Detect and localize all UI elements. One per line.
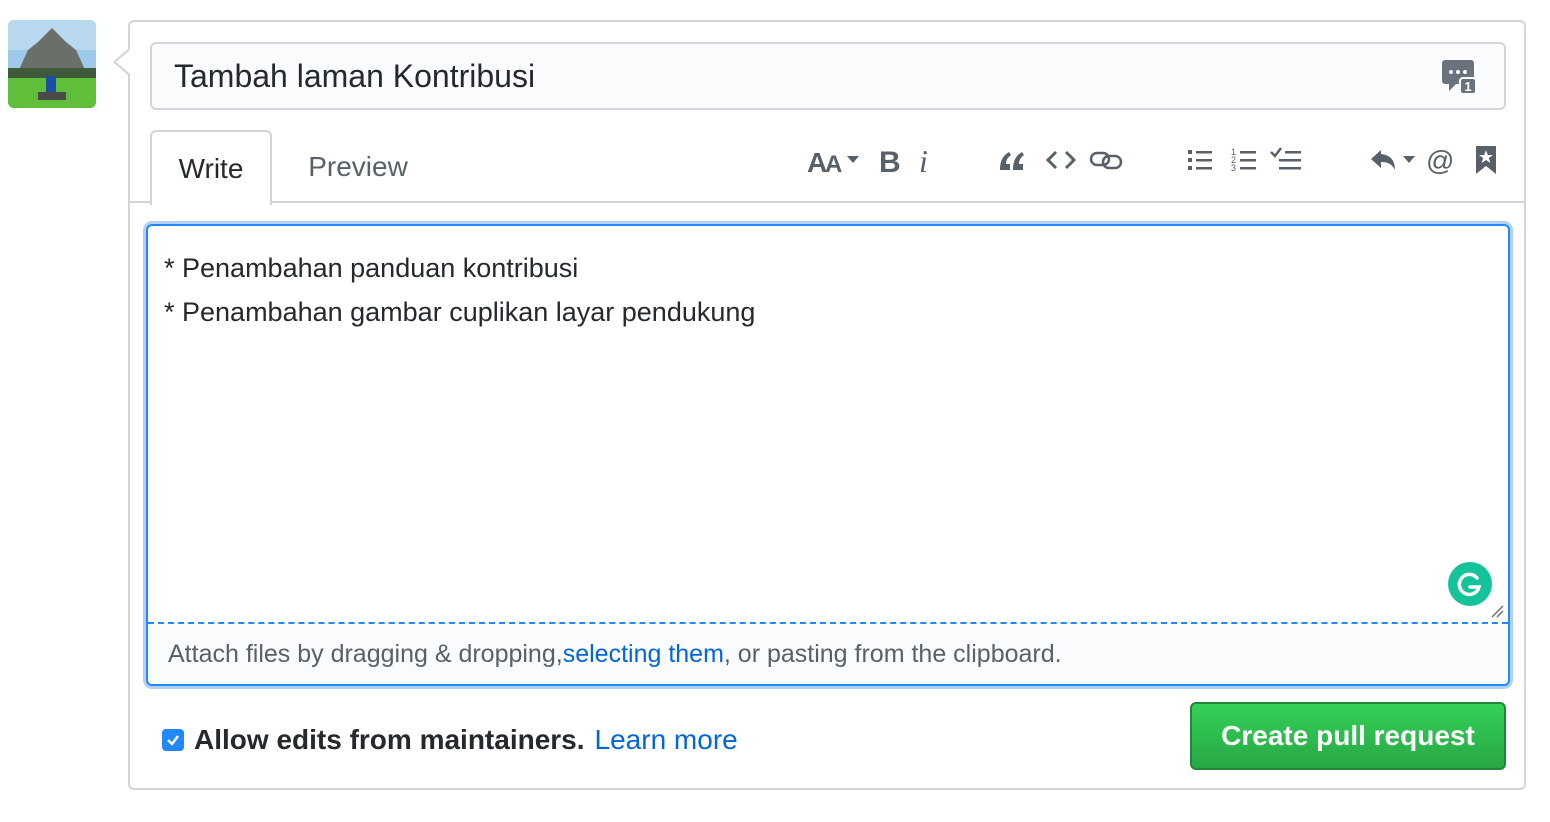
- header-icon[interactable]: A A: [806, 140, 864, 180]
- svg-text:B: B: [879, 146, 901, 176]
- task-list-icon[interactable]: [1268, 140, 1304, 180]
- svg-text:A: A: [825, 151, 842, 176]
- pr-body-text: * Penambahan panduan kontribusi * Penamb…: [164, 253, 756, 327]
- quote-icon[interactable]: [994, 140, 1028, 180]
- learn-more-link[interactable]: Learn more: [595, 724, 738, 756]
- tab-preview[interactable]: Preview: [288, 130, 428, 203]
- attach-text-before: Attach files by dragging & dropping,: [168, 639, 563, 668]
- svg-text:i: i: [919, 144, 928, 176]
- attach-select-link[interactable]: selecting them: [563, 640, 724, 669]
- pr-title-input[interactable]: Tambah laman Kontribusi 1: [150, 42, 1506, 110]
- avatar[interactable]: [8, 20, 96, 108]
- pr-title-value: Tambah laman Kontribusi: [174, 57, 536, 94]
- bold-icon[interactable]: B: [874, 140, 904, 180]
- mention-icon[interactable]: @: [1424, 140, 1458, 180]
- create-pull-request-button[interactable]: Create pull request: [1190, 702, 1506, 770]
- link-icon[interactable]: [1088, 140, 1124, 180]
- svg-text:@: @: [1426, 145, 1454, 176]
- bookmark-icon[interactable]: [1472, 140, 1500, 180]
- tab-preview-label: Preview: [308, 150, 408, 182]
- unordered-list-icon[interactable]: [1184, 140, 1216, 180]
- allow-edits-label: Allow edits from maintainers.: [194, 724, 585, 755]
- italic-icon[interactable]: i: [912, 140, 938, 180]
- reply-icon[interactable]: [1368, 140, 1418, 180]
- svg-text:3: 3: [1231, 163, 1236, 173]
- code-icon[interactable]: [1044, 140, 1078, 180]
- saved-replies-icon[interactable]: 1: [1442, 58, 1478, 104]
- allow-edits-row: Allow edits from maintainers. Learn more: [162, 720, 738, 760]
- ordered-list-icon[interactable]: 1 2 3: [1228, 140, 1260, 180]
- create-pull-request-label: Create pull request: [1221, 720, 1475, 751]
- grammarly-icon[interactable]: [1448, 562, 1492, 606]
- resize-handle-icon[interactable]: [1490, 604, 1504, 623]
- attach-drop-zone[interactable]: Attach files by dragging & dropping, sel…: [148, 622, 1508, 684]
- attach-text-after: , or pasting from the clipboard.: [723, 639, 1062, 668]
- pr-body-textarea[interactable]: * Penambahan panduan kontribusi * Penamb…: [146, 224, 1510, 686]
- allow-edits-checkbox[interactable]: [162, 729, 184, 751]
- tab-write[interactable]: Write: [150, 130, 272, 205]
- svg-text:1: 1: [1464, 79, 1471, 94]
- tab-write-label: Write: [178, 152, 244, 184]
